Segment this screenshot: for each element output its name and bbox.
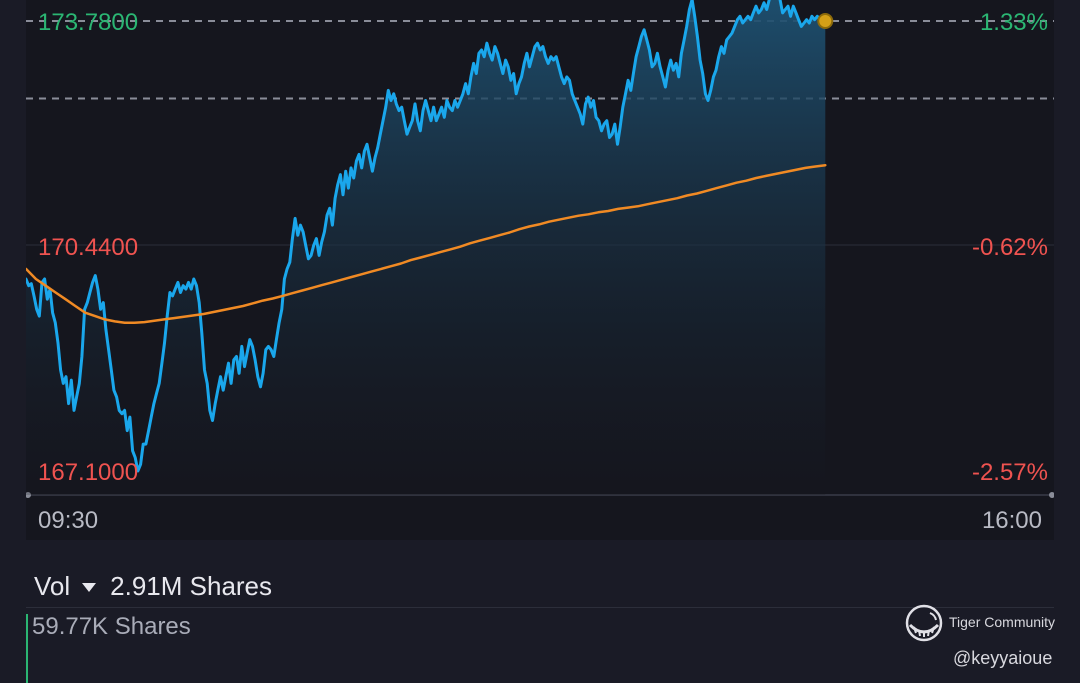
y-tick-label-right: -0.62% [972,234,1048,261]
y-tick-label-left: 170.4400 [38,234,138,261]
x-axis-end-marker [1049,492,1054,498]
intraday-chart-panel[interactable]: 173.7800 170.4400 167.1000 1.33% -0.62% … [26,0,1054,540]
volume-max-label: 59.77K Shares [32,613,191,640]
y-tick-label-left: 173.7800 [38,9,138,36]
volume-bar [26,614,28,683]
current-price-dot[interactable] [817,13,834,29]
y-tick-label-right: 1.33% [980,9,1048,36]
stock-intraday-screen: 173.7800 170.4400 167.1000 1.33% -0.62% … [0,0,1080,683]
intraday-chart[interactable]: 173.7800 170.4400 167.1000 1.33% -0.62% … [26,0,1054,540]
tiger-community-logo-icon [905,604,943,642]
price-area-fill [26,0,826,495]
x-tick-label-open: 09:30 [38,507,98,534]
watermark-handle: @keyyaioue [953,648,1053,668]
watermark: Tiger Community @keyyaioue [904,603,1064,675]
y-tick-label-left: 167.1000 [38,459,138,486]
volume-header[interactable]: Vol 2.91M Shares [34,568,272,604]
x-tick-label-close: 16:00 [982,507,1042,534]
caret-down-icon[interactable] [82,582,97,592]
volume-total: 2.91M Shares [110,570,273,601]
volume-panel: 59.77K Shares [26,608,1054,683]
volume-label: Vol [34,570,71,601]
y-tick-label-right: -2.57% [972,459,1048,486]
watermark-brand: Tiger Community [949,614,1056,630]
